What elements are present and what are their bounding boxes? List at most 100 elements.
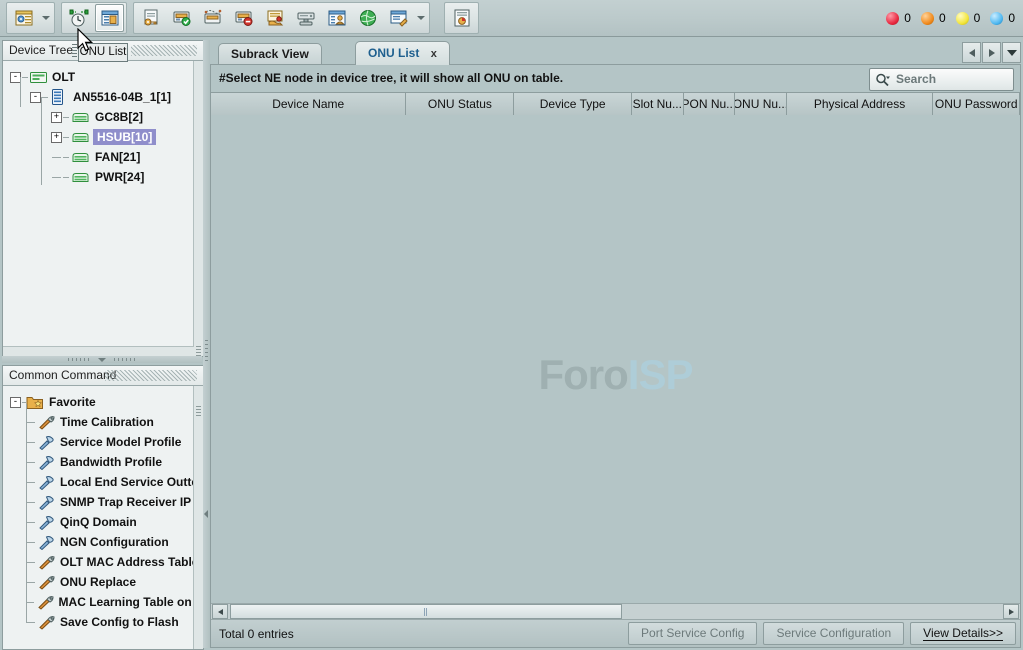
panel-splitter-horizontal[interactable] [2, 356, 202, 363]
window-edit-icon [389, 8, 409, 28]
view-details-button[interactable]: View Details>> [910, 622, 1016, 645]
search-input[interactable]: Search [869, 68, 1014, 91]
major-alarm-count: 0 [939, 11, 946, 25]
device-tree-body[interactable]: - OLT - [3, 61, 203, 356]
tree-connector [26, 422, 35, 423]
tab-scroll-left-button[interactable] [962, 42, 981, 63]
tree-node-fan[interactable]: FAN[21] [9, 147, 203, 167]
device-list-icon [100, 8, 120, 28]
major-alarm-ball [921, 12, 934, 25]
command-label: MAC Learning Table on P [59, 595, 203, 609]
discovery-timer-button[interactable] [64, 4, 93, 32]
command-label: ONU Replace [60, 575, 136, 589]
column-header-pon-number[interactable]: PON Nu... [684, 93, 736, 115]
tab-subrack-view[interactable]: Subrack View [218, 43, 322, 65]
table-horizontal-scrollbar[interactable] [211, 603, 1020, 619]
device-search-icon [203, 8, 223, 28]
table-body[interactable]: ForoISP [211, 115, 1020, 603]
command-item-service-model-profile[interactable]: Service Model Profile [9, 432, 203, 452]
critical-alarm-count: 0 [904, 11, 911, 25]
scrollbar-thumb[interactable] [230, 604, 622, 619]
add-device-button[interactable] [167, 4, 196, 32]
command-item-qinq-domain[interactable]: QinQ Domain [9, 512, 203, 532]
hsub-toggle[interactable]: + [50, 127, 63, 147]
splitter-grip-left [68, 358, 90, 361]
toolbar-group-4 [444, 2, 479, 34]
authority-management-button[interactable] [136, 4, 165, 32]
delete-device-button[interactable] [229, 4, 258, 32]
tab-onu-list[interactable]: ONU List x [355, 41, 450, 65]
table-header-row: Device Name ONU Status Device Type Slot … [211, 92, 1020, 116]
column-header-onu-number[interactable]: ONU Nu... [735, 93, 787, 115]
report-button[interactable] [447, 4, 476, 32]
hammer-icon [38, 455, 55, 470]
device-tree-vertical-scrollbar[interactable] [193, 61, 203, 356]
gc8b-toggle[interactable]: + [50, 107, 63, 127]
port-service-config-button[interactable]: Port Service Config [628, 622, 757, 645]
service-configuration-button[interactable]: Service Configuration [763, 622, 904, 645]
splitter-collapse-icon[interactable] [204, 510, 208, 518]
favorite-root-row[interactable]: - Favorite [9, 392, 203, 412]
column-header-physical-address[interactable]: Physical Address [787, 93, 934, 115]
device-configuration-button[interactable] [260, 4, 289, 32]
fan-leaf-gutter [50, 147, 63, 167]
command-label: SNMP Trap Receiver IP [60, 495, 191, 509]
tree-node-an5516[interactable]: - AN5516-04B_1[1] [9, 87, 203, 107]
command-item-onu-replace[interactable]: ONU Replace [9, 572, 203, 592]
panel-splitter-vertical[interactable] [203, 40, 210, 648]
status-indicator-minor[interactable]: 0 [956, 11, 981, 25]
device-list-button[interactable] [95, 4, 124, 32]
topology-window-dropdown[interactable] [39, 5, 53, 31]
close-icon[interactable]: x [431, 48, 437, 60]
tree-node-pwr[interactable]: PWR[24] [9, 167, 203, 187]
tree-node-hsub[interactable]: + HSUB[10] [9, 127, 203, 147]
tree-connector [63, 137, 69, 138]
command-label: OLT MAC Address Table [60, 555, 198, 569]
column-header-device-type[interactable]: Device Type [514, 93, 632, 115]
column-header-device-name[interactable]: Device Name [211, 93, 406, 115]
tab-list-dropdown-button[interactable] [1002, 42, 1021, 63]
scroll-right-button[interactable] [1003, 604, 1019, 619]
wrench-screwdriver-icon [37, 595, 54, 610]
column-header-onu-password[interactable]: ONU Password [933, 93, 1020, 115]
favorite-toggle[interactable]: - [9, 392, 22, 412]
topology-window-button[interactable] [9, 4, 38, 32]
status-indicator-major[interactable]: 0 [921, 11, 946, 25]
tree-node-gc8b[interactable]: + GC8B[2] [9, 107, 203, 127]
window-options-button[interactable] [384, 4, 413, 32]
window-options-dropdown[interactable] [414, 5, 428, 31]
command-item-olt-mac-address-table[interactable]: OLT MAC Address Table [9, 552, 203, 572]
command-item-local-end-service-outter[interactable]: Local End Service Outter [9, 472, 203, 492]
column-label: Device Type [540, 97, 606, 111]
device-tree-horizontal-scrollbar[interactable] [3, 346, 194, 356]
collapse-icon: - [10, 397, 21, 408]
search-device-button[interactable] [198, 4, 227, 32]
right-arrow-icon [989, 49, 995, 57]
command-item-bandwidth-profile[interactable]: Bandwidth Profile [9, 452, 203, 472]
network-sync-button[interactable] [353, 4, 382, 32]
card-icon [71, 152, 90, 163]
column-header-slot-number[interactable]: Slot Nu... [632, 93, 684, 115]
common-command-vertical-scrollbar[interactable] [193, 386, 203, 649]
tab-scroll-right-button[interactable] [982, 42, 1001, 63]
command-item-time-calibration[interactable]: Time Calibration [9, 412, 203, 432]
command-item-save-config-to-flash[interactable]: Save Config to Flash [9, 612, 203, 632]
command-item-ngn-configuration[interactable]: NGN Configuration [9, 532, 203, 552]
tree-node-olt[interactable]: - OLT [9, 67, 203, 87]
scroll-left-button[interactable] [212, 604, 228, 619]
status-indicator-critical[interactable]: 0 [886, 11, 911, 25]
column-header-onu-status[interactable]: ONU Status [406, 93, 514, 115]
database-management-button[interactable] [322, 4, 351, 32]
dragging-tab-preview[interactable]: ONU List [78, 43, 128, 62]
common-command-title-bar[interactable]: Common Command [3, 366, 203, 386]
common-command-body[interactable]: - Favorite [3, 386, 203, 649]
splitter-collapse-icon[interactable] [98, 358, 106, 362]
minor-alarm-ball [956, 12, 969, 25]
tree-connector [63, 157, 69, 158]
status-indicator-warning[interactable]: 0 [990, 11, 1015, 25]
pwr-leaf-gutter [50, 167, 63, 187]
command-item-mac-learning-table-on-p[interactable]: MAC Learning Table on P [9, 592, 203, 612]
tree-connector [26, 522, 35, 523]
command-item-snmp-trap-receiver-ip[interactable]: SNMP Trap Receiver IP [9, 492, 203, 512]
subrack-button[interactable] [291, 4, 320, 32]
